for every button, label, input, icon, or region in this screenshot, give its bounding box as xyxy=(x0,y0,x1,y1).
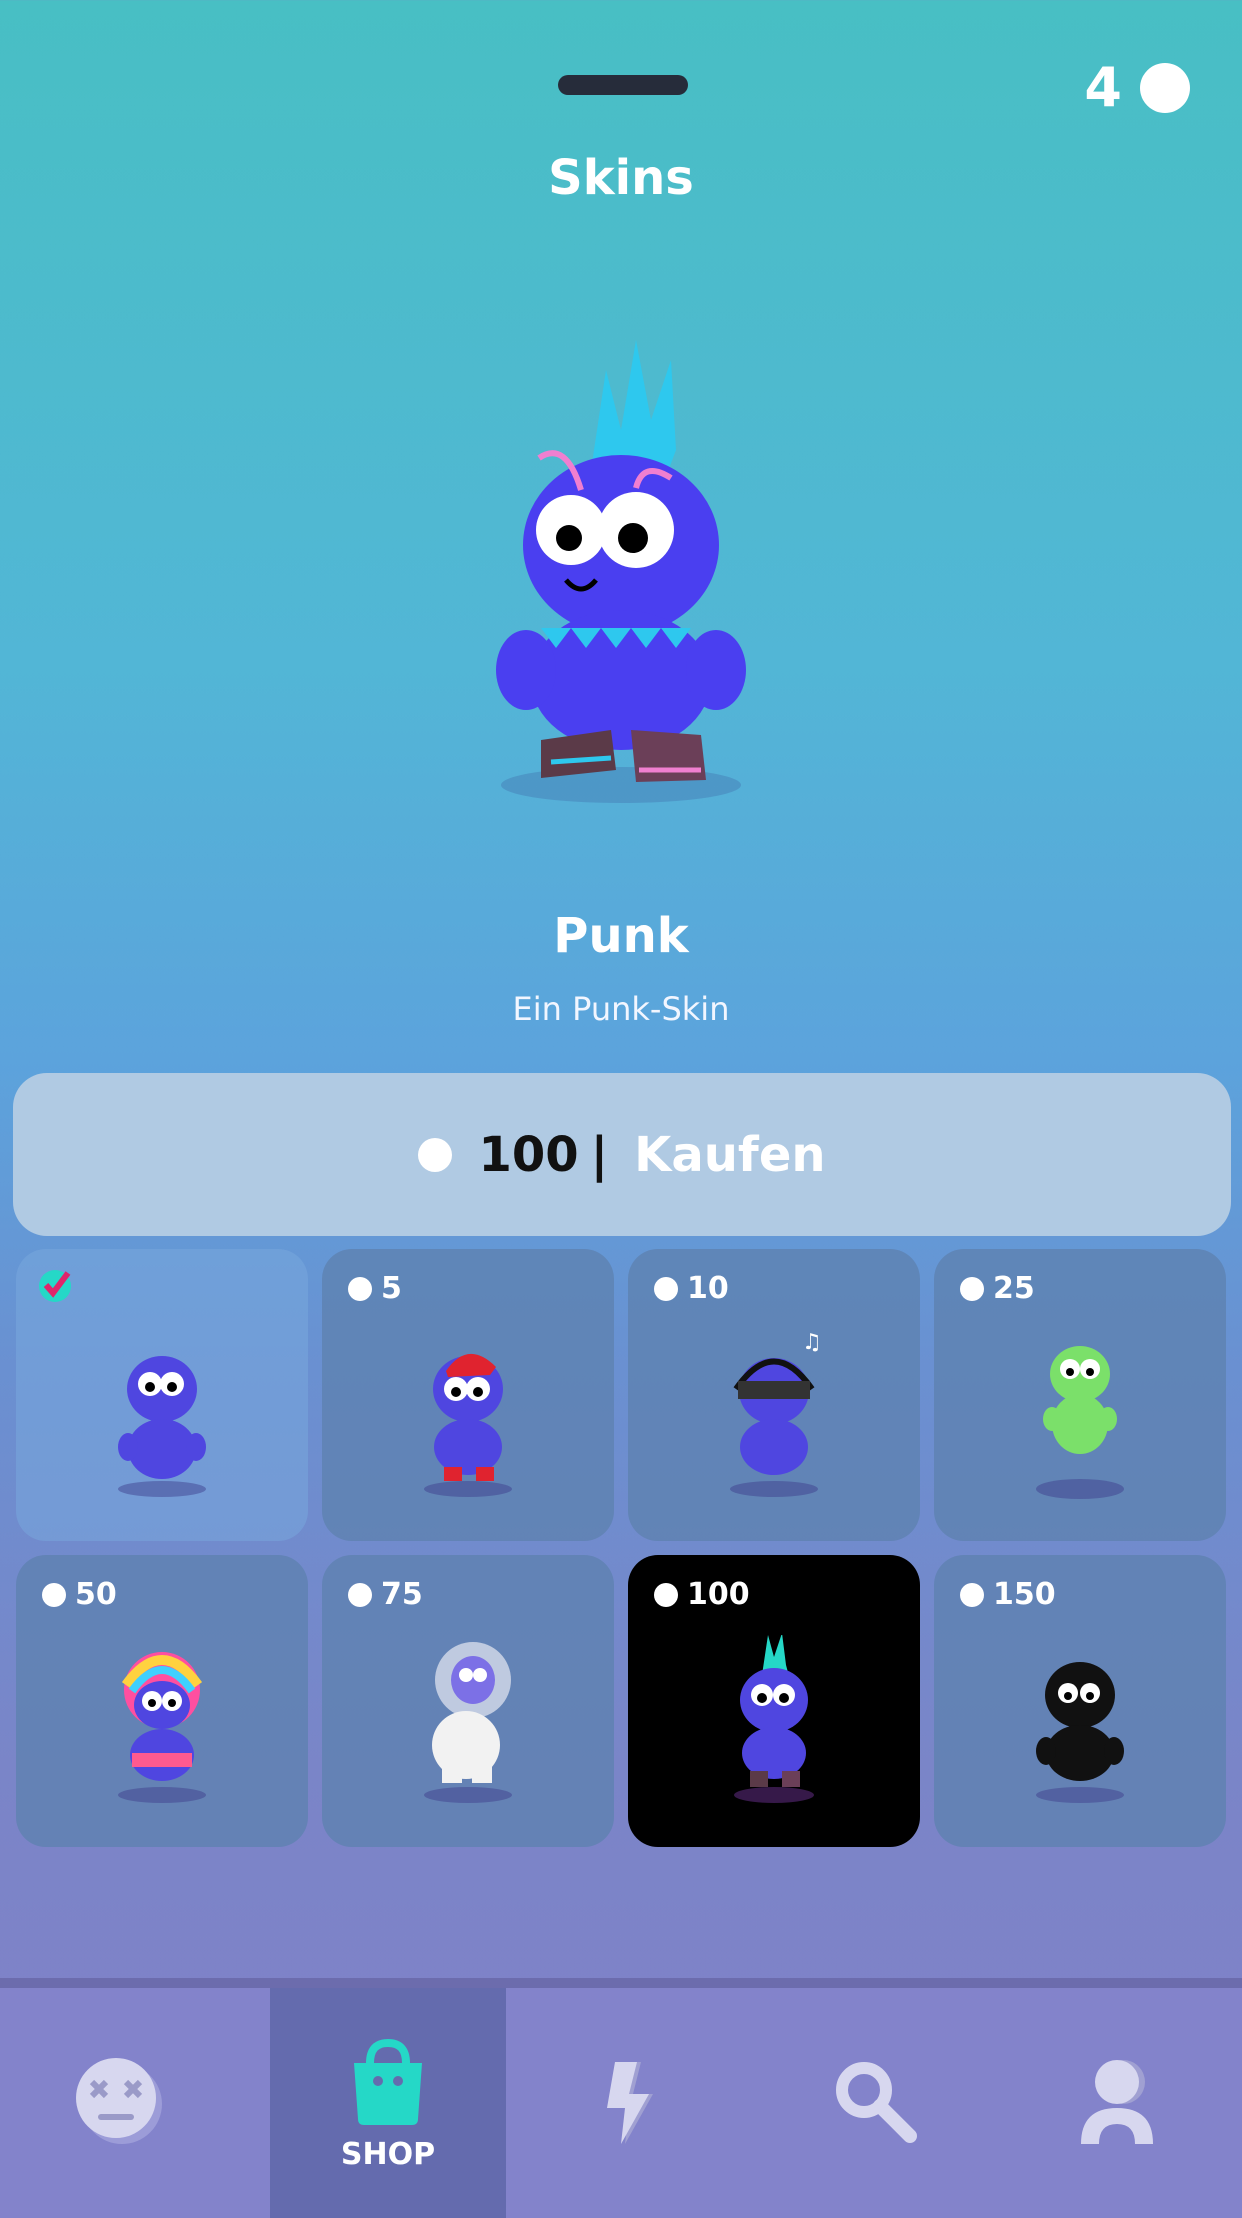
skin-price: 100 xyxy=(654,1577,750,1612)
skin-price-value: 100 xyxy=(687,1577,750,1612)
lightning-icon xyxy=(606,2062,653,2144)
character-alien-icon xyxy=(1036,1346,1124,1499)
coin-icon xyxy=(418,1137,453,1172)
coin-icon xyxy=(348,1582,372,1607)
page-title: Skins xyxy=(548,150,694,206)
skin-card[interactable]: 150 xyxy=(934,1555,1226,1847)
character-icon xyxy=(118,1356,206,1497)
nav-item-search[interactable] xyxy=(751,1988,996,2218)
profile-icon xyxy=(1081,2060,1154,2144)
nav-item-levels[interactable] xyxy=(0,1988,236,2218)
shopping-bag-icon xyxy=(354,2038,422,2125)
skin-description: Ein Punk-Skin xyxy=(512,990,730,1028)
coin-icon xyxy=(42,1582,66,1607)
coin-icon xyxy=(1140,62,1190,113)
buy-label: Kaufen xyxy=(634,1126,826,1183)
skin-card[interactable]: 50 xyxy=(16,1555,308,1847)
character-rainbow-hair-icon xyxy=(118,1652,206,1803)
coin-icon xyxy=(348,1276,372,1301)
skin-price-value: 75 xyxy=(381,1577,423,1612)
coin-balance: 4 xyxy=(1084,56,1190,119)
skin-price: 50 xyxy=(42,1577,117,1612)
featured-skin-preview xyxy=(496,340,746,803)
dead-face-icon xyxy=(76,2058,162,2144)
character-punk-icon xyxy=(734,1635,814,1803)
search-icon xyxy=(835,2062,917,2143)
skin-card-selected[interactable]: 100 xyxy=(628,1555,920,1847)
skin-price: 75 xyxy=(348,1577,423,1612)
skin-card[interactable]: 5 xyxy=(322,1249,614,1541)
coin-count: 4 xyxy=(1084,56,1122,119)
skin-card[interactable]: 10 ♫ xyxy=(628,1249,920,1541)
skin-price: 150 xyxy=(960,1577,1056,1612)
skin-card[interactable]: 75 xyxy=(322,1555,614,1847)
skin-price-value: 5 xyxy=(381,1271,402,1306)
checkmark-icon xyxy=(39,1270,71,1302)
skin-card-owned[interactable] xyxy=(16,1249,308,1541)
nav-label: SHOP xyxy=(340,2136,436,2172)
skin-price-value: 10 xyxy=(687,1271,729,1306)
buy-price: 100 xyxy=(478,1126,579,1183)
skin-name: Punk xyxy=(553,908,689,964)
skins-grid: 5 10 ♫ 25 50 75 100 150 xyxy=(16,1249,1228,1847)
skin-card[interactable]: 25 xyxy=(934,1249,1226,1541)
coin-icon xyxy=(654,1276,678,1301)
svg-text:♫: ♫ xyxy=(802,1330,822,1355)
buy-button[interactable]: 100 | Kaufen xyxy=(13,1073,1231,1236)
bottom-navigation: SHOP xyxy=(0,1978,1242,2218)
skin-price-value: 25 xyxy=(993,1271,1035,1306)
nav-item-shop[interactable]: SHOP xyxy=(270,1988,506,2218)
skin-price-value: 150 xyxy=(993,1577,1056,1612)
character-headphones-icon: ♫ xyxy=(730,1330,822,1497)
coin-icon xyxy=(960,1582,984,1607)
nav-item-profile[interactable] xyxy=(997,1988,1242,2218)
skin-price: 5 xyxy=(348,1271,402,1306)
buy-separator: | xyxy=(590,1126,609,1183)
character-ninja-icon xyxy=(1036,1662,1124,1803)
skin-price-value: 50 xyxy=(75,1577,117,1612)
drag-handle[interactable] xyxy=(558,75,688,95)
coin-icon xyxy=(960,1276,984,1301)
coin-icon xyxy=(654,1582,678,1607)
skin-price: 10 xyxy=(654,1271,729,1306)
nav-item-boost[interactable] xyxy=(506,1988,751,2218)
character-cap-icon xyxy=(424,1353,512,1497)
character-astronaut-icon xyxy=(424,1642,512,1803)
skin-price: 25 xyxy=(960,1271,1035,1306)
